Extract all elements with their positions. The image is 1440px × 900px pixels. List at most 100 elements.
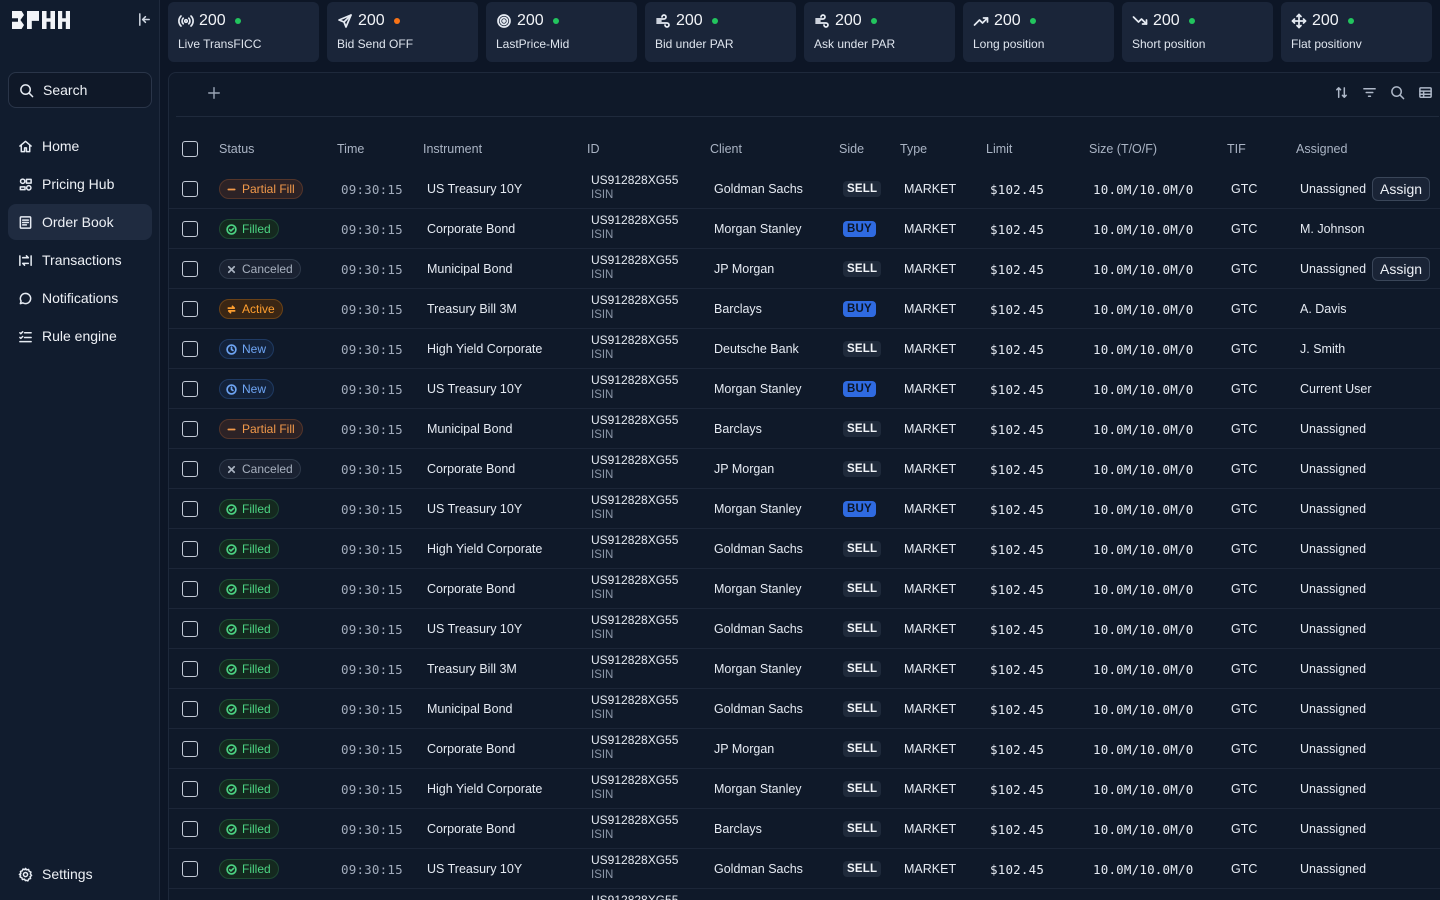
sidebar-item-settings[interactable]: Settings [8, 856, 152, 892]
sidebar-item-rule-engine[interactable]: Rule engine [8, 318, 152, 354]
row-checkbox[interactable] [182, 381, 198, 397]
search-icon[interactable] [1390, 85, 1405, 100]
row-checkbox[interactable] [182, 541, 198, 557]
sidebar-item-transactions[interactable]: Transactions [8, 242, 152, 278]
sidebar-item-label: Notifications [42, 290, 119, 306]
sidebar-item-order-book[interactable]: Order Book [8, 204, 152, 240]
table-row[interactable]: Filled 09:30:15 Treasury Bill 3M US912828XG… [169, 649, 1440, 689]
sidebar-item-pricing-hub[interactable]: Pricing Hub [8, 166, 152, 202]
header-time[interactable]: Time [337, 129, 364, 169]
row-checkbox[interactable] [182, 301, 198, 317]
cell-id: US912828XG55ISIN [591, 889, 678, 900]
header-size[interactable]: Size (T/O/F) [1089, 129, 1157, 169]
row-checkbox[interactable] [182, 181, 198, 197]
status-badge: Filled [219, 779, 279, 799]
cell-size: 10.0M/10.0M/0 [1093, 181, 1194, 197]
table-row[interactable]: Filled 09:30:15 Municipal Bond US912828XG55… [169, 689, 1440, 729]
table-row[interactable]: Filled 09:30:15 Corporate Bond US912828XG55… [169, 569, 1440, 609]
row-checkbox[interactable] [182, 621, 198, 637]
sidebar-item-home[interactable]: Home [8, 128, 152, 164]
side-badge: BUY [843, 501, 876, 517]
row-checkbox[interactable] [182, 501, 198, 517]
assign-button[interactable]: Assign [1372, 257, 1431, 281]
table-row[interactable]: Filled 09:30:15 Corporate Bond US912828XG55… [169, 729, 1440, 769]
check-circle-icon [226, 823, 237, 835]
metric-card-bid-under-par[interactable]: 200 Bid under PAR [645, 2, 796, 62]
metric-card-ask-under-par[interactable]: 200 Ask under PAR [804, 2, 955, 62]
row-checkbox[interactable] [182, 661, 198, 677]
cell-type: MARKET [904, 382, 957, 396]
metric-card-live-transficc[interactable]: 200 Live TransFICC [168, 2, 319, 62]
header-instrument[interactable]: Instrument [423, 129, 482, 169]
search-label: Search [43, 82, 88, 98]
row-checkbox[interactable] [182, 781, 198, 797]
table-row[interactable]: Canceled 09:30:15 Corporate Bond US912828XG… [169, 449, 1440, 489]
metric-card-lastprice-mid[interactable]: 200 LastPrice-Mid [486, 2, 637, 62]
row-checkbox[interactable] [182, 821, 198, 837]
table-row[interactable]: Filled 09:30:15 High Yield Corporate US9128… [169, 769, 1440, 809]
row-checkbox[interactable] [182, 741, 198, 757]
table-row[interactable]: Filled 09:30:15 Corporate Bond US912828XG55… [169, 209, 1440, 249]
table-row[interactable]: Partial Fill 09:30:15 US Treasury 10Y US912… [169, 169, 1440, 209]
cell-status: Filled [219, 489, 279, 529]
row-checkbox[interactable] [182, 861, 198, 877]
add-icon[interactable] [204, 83, 224, 103]
table-row[interactable]: New 09:30:15 High Yield Corporate US912828X… [169, 329, 1440, 369]
header-tif[interactable]: TIF [1227, 129, 1246, 169]
table-row[interactable]: New 09:30:15 US Treasury 10Y US912828XG55 IS… [169, 369, 1440, 409]
table-row[interactable]: Filled 09:30:15 High Yield Corporate US9128… [169, 529, 1440, 569]
sidebar-search[interactable]: Search [8, 72, 152, 108]
metric-card-flat-position[interactable]: 200 Flat positionv [1281, 2, 1432, 62]
header-status[interactable]: Status [219, 129, 254, 169]
header-limit[interactable]: Limit [986, 129, 1012, 169]
row-checkbox[interactable] [182, 341, 198, 357]
home-icon [18, 139, 33, 154]
header-side[interactable]: Side [839, 129, 864, 169]
status-badge: Filled [219, 539, 279, 559]
table-row[interactable]: US912828XG55ISIN [169, 889, 1440, 900]
instrument-id: US912828XG55 [591, 453, 679, 467]
instrument-id: US912828XG55 [591, 213, 679, 227]
side-badge: BUY [843, 381, 876, 397]
status-text: New [242, 382, 267, 396]
row-checkbox[interactable] [182, 701, 198, 717]
select-all-checkbox[interactable] [182, 141, 198, 157]
table-view-icon[interactable] [1418, 85, 1433, 100]
cell-client: Morgan Stanley [714, 782, 802, 796]
row-checkbox[interactable] [182, 421, 198, 437]
cell-time: 09:30:15 [341, 821, 403, 837]
table-row[interactable]: Filled 09:30:15 US Treasury 10Y US912828XG5… [169, 849, 1440, 889]
assign-button[interactable]: Assign [1372, 177, 1431, 201]
header-assigned[interactable]: Assigned [1296, 129, 1347, 169]
table-row[interactable]: Filled 09:30:15 US Treasury 10Y US912828XG5… [169, 489, 1440, 529]
sidebar-item-notifications[interactable]: Notifications [8, 280, 152, 316]
cell-id: US912828XG55ISIN [591, 449, 678, 489]
collapse-sidebar-icon[interactable] [134, 9, 154, 29]
header-type[interactable]: Type [900, 129, 927, 169]
table-row[interactable]: Partial Fill 09:30:15 Municipal Bond US9128… [169, 409, 1440, 449]
header-client[interactable]: Client [710, 129, 742, 169]
table-row[interactable]: Filled 09:30:15 US Treasury 10Y US912828XG5… [169, 609, 1440, 649]
cell-limit: $102.45 [990, 861, 1045, 877]
metric-card-bid-send-off[interactable]: 200 Bid Send OFF [327, 2, 478, 62]
row-checkbox[interactable] [182, 221, 198, 237]
metric-card-long-position[interactable]: 200 Long position [963, 2, 1114, 62]
instrument-id-type: ISIN [591, 709, 614, 721]
cell-type: MARKET [904, 262, 957, 276]
status-text: Filled [242, 662, 271, 676]
row-checkbox[interactable] [182, 461, 198, 477]
filter-icon[interactable] [1362, 85, 1377, 100]
row-checkbox[interactable] [182, 581, 198, 597]
sort-icon[interactable] [1334, 85, 1349, 100]
clock-icon [226, 383, 237, 395]
table-row[interactable]: Active 09:30:15 Treasury Bill 3M US912828XG… [169, 289, 1440, 329]
metric-card-short-position[interactable]: 200 Short position [1122, 2, 1273, 62]
row-checkbox[interactable] [182, 261, 198, 277]
table-row[interactable]: Canceled 09:30:15 Municipal Bond US912828XG… [169, 249, 1440, 289]
header-id[interactable]: ID [587, 129, 600, 169]
cell-client: Morgan Stanley [714, 222, 802, 236]
cell-instrument: High Yield Corporate [427, 782, 543, 796]
instrument-id-type: ISIN [591, 509, 614, 521]
table-row[interactable]: Filled 09:30:15 Corporate Bond US912828XG55… [169, 809, 1440, 849]
cell-instrument: Corporate Bond [427, 742, 516, 756]
